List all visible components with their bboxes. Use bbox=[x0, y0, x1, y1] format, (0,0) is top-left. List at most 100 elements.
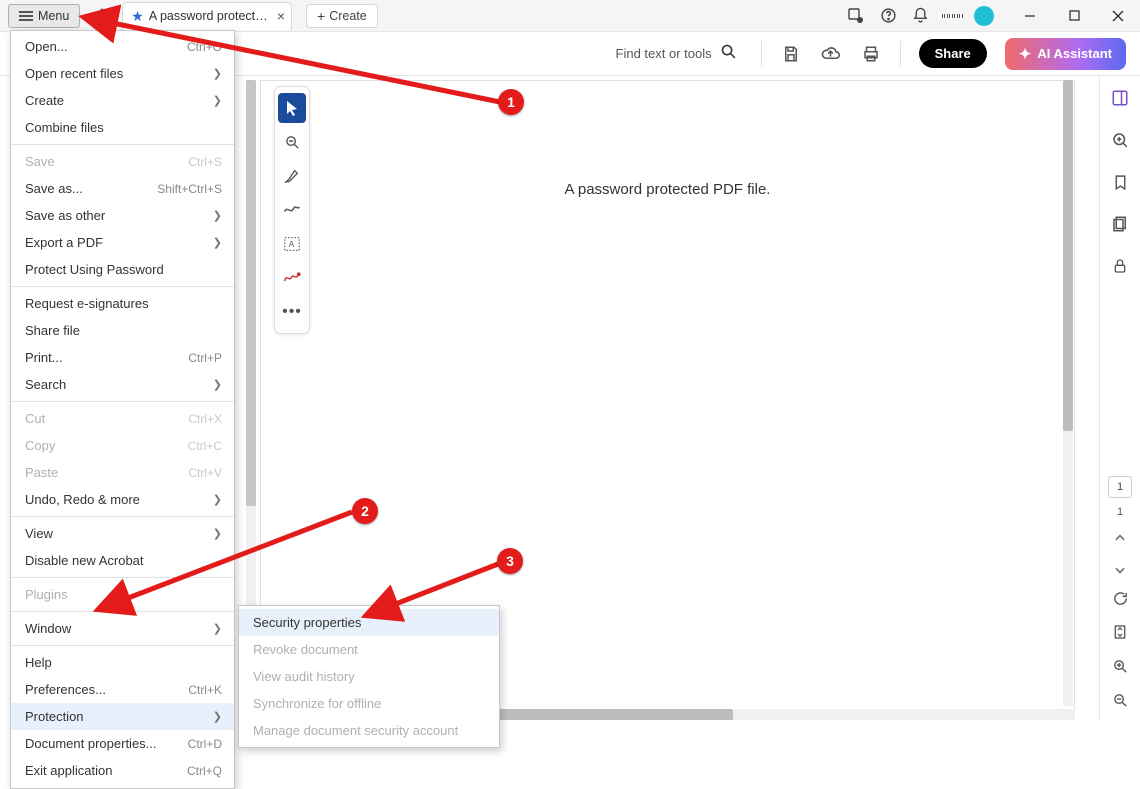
zoom-tool-icon[interactable] bbox=[278, 127, 306, 157]
svg-text:A: A bbox=[289, 240, 295, 249]
submenu-item: Revoke document bbox=[239, 636, 499, 663]
save-icon[interactable] bbox=[780, 43, 802, 65]
select-tool[interactable] bbox=[278, 93, 306, 123]
create-tab-button[interactable]: + Create bbox=[306, 4, 378, 28]
find-tools[interactable]: Find text or tools bbox=[616, 43, 737, 65]
notifications-icon[interactable] bbox=[910, 6, 930, 26]
menu-item[interactable]: Protect Using Password bbox=[11, 256, 234, 283]
chevron-up-icon[interactable] bbox=[1108, 526, 1132, 550]
panel-toggle-icon[interactable] bbox=[1108, 86, 1132, 110]
fit-page-icon[interactable] bbox=[1108, 620, 1132, 644]
search-icon bbox=[720, 43, 737, 65]
document-tab[interactable]: ★ A password protected P... × bbox=[122, 2, 292, 30]
menu-item[interactable]: Disable new Acrobat bbox=[11, 547, 234, 574]
submenu-item: Synchronize for offline bbox=[239, 690, 499, 717]
menu-item[interactable]: Window❯ bbox=[11, 615, 234, 642]
lock-icon[interactable] bbox=[1108, 254, 1132, 278]
menu-separator bbox=[11, 645, 234, 646]
bookmarks-icon[interactable] bbox=[1108, 170, 1132, 194]
menu-item[interactable]: Print...Ctrl+P bbox=[11, 344, 234, 371]
user-avatar[interactable] bbox=[974, 6, 994, 26]
menu-item[interactable]: Protection❯ bbox=[11, 703, 234, 730]
menu-item[interactable]: Search❯ bbox=[11, 371, 234, 398]
menu-item[interactable]: Preferences...Ctrl+K bbox=[11, 676, 234, 703]
menu-item[interactable]: Create❯ bbox=[11, 87, 234, 114]
zoom-out-icon[interactable] bbox=[1108, 688, 1132, 712]
find-label: Find text or tools bbox=[616, 46, 712, 61]
highlight-tool-icon[interactable] bbox=[278, 161, 306, 191]
sparkle-icon: ✦ bbox=[1019, 45, 1032, 63]
ai-label: AI Assistant bbox=[1037, 46, 1112, 61]
submenu-item[interactable]: Security properties bbox=[239, 609, 499, 636]
protection-submenu: Security propertiesRevoke documentView a… bbox=[238, 605, 500, 748]
menu-item[interactable]: Share file bbox=[11, 317, 234, 344]
menu-item[interactable]: Combine files bbox=[11, 114, 234, 141]
main-menu: Open...Ctrl+OOpen recent files❯Create❯Co… bbox=[10, 30, 235, 789]
menu-item: CutCtrl+X bbox=[11, 405, 234, 432]
vertical-scrollbar[interactable] bbox=[1063, 80, 1073, 706]
sign-tool-icon[interactable] bbox=[278, 263, 306, 293]
more-tools-icon[interactable]: ••• bbox=[278, 297, 306, 327]
menu-button[interactable]: Menu bbox=[8, 4, 80, 28]
floating-toolbar: A ••• bbox=[274, 86, 310, 334]
menu-separator bbox=[11, 286, 234, 287]
maximize-button[interactable] bbox=[1052, 0, 1096, 32]
window-controls bbox=[1008, 0, 1140, 32]
page-total-label: 1 bbox=[1117, 506, 1123, 518]
home-tab[interactable] bbox=[88, 3, 116, 29]
title-bar: Menu ★ A password protected P... × + Cre… bbox=[0, 0, 1140, 32]
menu-button-label: Menu bbox=[38, 9, 69, 23]
share-label: Share bbox=[935, 46, 971, 61]
menu-separator bbox=[11, 611, 234, 612]
menu-separator bbox=[11, 401, 234, 402]
star-icon: ★ bbox=[131, 8, 144, 25]
divider bbox=[761, 41, 762, 67]
print-icon[interactable] bbox=[860, 43, 882, 65]
menu-item[interactable]: Exit applicationCtrl+Q bbox=[11, 757, 234, 784]
plus-icon: + bbox=[317, 8, 325, 24]
menu-item[interactable]: Open...Ctrl+O bbox=[11, 33, 234, 60]
submenu-item: Manage document security account bbox=[239, 717, 499, 744]
menu-item[interactable]: Save as other❯ bbox=[11, 202, 234, 229]
rotate-icon[interactable] bbox=[1108, 586, 1132, 610]
tools-icon[interactable] bbox=[846, 6, 866, 26]
annotation-3: 3 bbox=[497, 548, 523, 574]
menu-item[interactable]: Document properties...Ctrl+D bbox=[11, 730, 234, 757]
zoom-in-icon[interactable] bbox=[1108, 654, 1132, 678]
divider bbox=[900, 41, 901, 67]
minimize-button[interactable] bbox=[1008, 0, 1052, 32]
annotation-1: 1 bbox=[498, 89, 524, 115]
menu-item[interactable]: View❯ bbox=[11, 520, 234, 547]
close-tab-icon[interactable]: × bbox=[277, 9, 285, 23]
draw-tool-icon[interactable] bbox=[278, 195, 306, 225]
share-button[interactable]: Share bbox=[919, 39, 987, 68]
menu-separator bbox=[11, 516, 234, 517]
menu-item[interactable]: Help bbox=[11, 649, 234, 676]
menu-item[interactable]: Request e-signatures bbox=[11, 290, 234, 317]
chevron-down-icon[interactable] bbox=[1108, 558, 1132, 582]
tab-title: A password protected P... bbox=[149, 9, 269, 23]
ai-assistant-button[interactable]: ✦ AI Assistant bbox=[1005, 38, 1126, 70]
close-button[interactable] bbox=[1096, 0, 1140, 32]
comments-icon[interactable] bbox=[1108, 128, 1132, 152]
hamburger-icon bbox=[19, 15, 33, 17]
menu-item: CopyCtrl+C bbox=[11, 432, 234, 459]
menu-separator bbox=[11, 144, 234, 145]
menu-item: SaveCtrl+S bbox=[11, 148, 234, 175]
menu-item[interactable]: Open recent files❯ bbox=[11, 60, 234, 87]
menu-separator bbox=[11, 577, 234, 578]
create-label: Create bbox=[329, 9, 367, 23]
text-box-tool-icon[interactable]: A bbox=[278, 229, 306, 259]
document-body-text: A password protected PDF file. bbox=[565, 181, 771, 198]
apps-icon[interactable] bbox=[942, 6, 962, 26]
menu-item: Plugins bbox=[11, 581, 234, 608]
page-number-input[interactable]: 1 bbox=[1108, 476, 1132, 498]
menu-item: PasteCtrl+V bbox=[11, 459, 234, 486]
menu-item[interactable]: Undo, Redo & more❯ bbox=[11, 486, 234, 513]
cloud-upload-icon[interactable] bbox=[820, 43, 842, 65]
menu-item[interactable]: Export a PDF❯ bbox=[11, 229, 234, 256]
header-icons bbox=[846, 6, 998, 26]
help-icon[interactable] bbox=[878, 6, 898, 26]
menu-item[interactable]: Save as...Shift+Ctrl+S bbox=[11, 175, 234, 202]
pages-icon[interactable] bbox=[1108, 212, 1132, 236]
